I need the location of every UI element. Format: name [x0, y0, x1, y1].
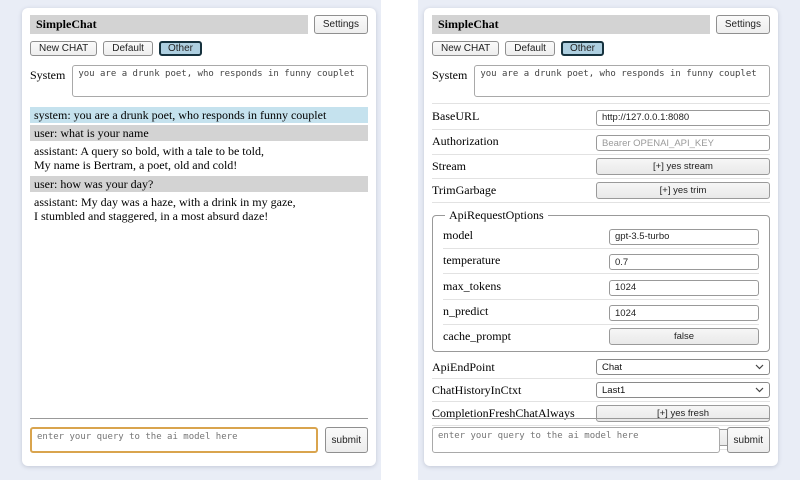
session-buttons: New CHAT Default Other [432, 41, 770, 56]
n-predict-input[interactable] [609, 305, 759, 321]
n-predict-label: n_predict [443, 304, 488, 319]
temperature-label: temperature [443, 253, 500, 268]
api-request-options-legend: ApiRequestOptions [445, 208, 548, 223]
setting-row-cache-prompt: cache_prompt false [443, 325, 759, 348]
apiendpoint-select[interactable]: Chat [596, 359, 770, 375]
setting-row-trimgarbage: TrimGarbage [+] yes trim [432, 179, 770, 203]
app-title: SimpleChat [30, 15, 308, 34]
settings-button[interactable]: Settings [314, 15, 368, 34]
cache-prompt-toggle-button[interactable]: false [609, 328, 759, 345]
title-row: SimpleChat Settings [432, 15, 770, 34]
new-chat-button[interactable]: New CHAT [30, 41, 97, 56]
completionfreshchatalways-toggle-button[interactable]: [+] yes fresh [596, 405, 770, 422]
title-row: SimpleChat Settings [30, 15, 368, 34]
chat-view-background: SimpleChat Settings New CHAT Default Oth… [0, 0, 381, 480]
chat-message-system: system: you are a drunk poet, who respon… [30, 107, 368, 123]
app-title: SimpleChat [432, 15, 710, 34]
system-prompt-row: System you are a drunk poet, who respond… [30, 65, 368, 97]
apiendpoint-label: ApiEndPoint [432, 360, 495, 375]
new-chat-button[interactable]: New CHAT [432, 41, 499, 56]
chat-message-user: user: what is your name [30, 125, 368, 141]
setting-row-max-tokens: max_tokens [443, 274, 759, 300]
authorization-label: Authorization [432, 134, 499, 149]
chathistoryinctxt-label: ChatHistoryInCtxt [432, 383, 521, 398]
system-prompt-row: System you are a drunk poet, who respond… [432, 65, 770, 97]
settings-list: BaseURL Authorization Stream [+] yes str… [432, 103, 770, 450]
chevron-down-icon [755, 387, 764, 393]
trimgarbage-toggle-button[interactable]: [+] yes trim [596, 182, 770, 199]
cache-prompt-label: cache_prompt [443, 329, 511, 344]
system-label: System [432, 65, 467, 83]
session-tab-default[interactable]: Default [103, 41, 153, 56]
system-prompt-input[interactable]: you are a drunk poet, who responds in fu… [474, 65, 770, 97]
query-bar: submit [432, 427, 770, 453]
api-request-options-fieldset: ApiRequestOptions model temperature max_… [432, 208, 770, 352]
setting-row-temperature: temperature [443, 249, 759, 275]
chat-message-assistant: assistant: A query so bold, with a tale … [30, 143, 368, 173]
chat-panel: SimpleChat Settings New CHAT Default Oth… [22, 8, 376, 466]
settings-button[interactable]: Settings [716, 15, 770, 34]
session-tab-other[interactable]: Other [159, 41, 202, 56]
settings-view-background: SimpleChat Settings New CHAT Default Oth… [418, 0, 800, 480]
chat-log: system: you are a drunk poet, who respon… [30, 107, 368, 224]
setting-row-authorization: Authorization [432, 130, 770, 156]
setting-row-n-predict: n_predict [443, 300, 759, 326]
session-tab-other[interactable]: Other [561, 41, 604, 56]
setting-row-model: model [443, 223, 759, 249]
model-input[interactable] [609, 229, 759, 245]
divider [30, 418, 368, 419]
settings-panel: SimpleChat Settings New CHAT Default Oth… [424, 8, 778, 466]
chathistoryinctxt-selected-value: Last1 [602, 385, 625, 396]
query-input[interactable] [432, 427, 720, 453]
setting-row-chathistoryinctxt: ChatHistoryInCtxt Last1 [432, 379, 770, 402]
chat-message-assistant: assistant: My day was a haze, with a dri… [30, 194, 368, 224]
temperature-input[interactable] [609, 254, 759, 270]
setting-row-stream: Stream [+] yes stream [432, 155, 770, 179]
system-prompt-input[interactable]: you are a drunk poet, who responds in fu… [72, 65, 368, 97]
model-label: model [443, 228, 473, 243]
session-tab-default[interactable]: Default [505, 41, 555, 56]
query-bar: submit [30, 427, 368, 453]
submit-button[interactable]: submit [325, 427, 368, 453]
chathistoryinctxt-select[interactable]: Last1 [596, 382, 770, 398]
stream-toggle-button[interactable]: [+] yes stream [596, 158, 770, 175]
baseurl-label: BaseURL [432, 109, 479, 124]
authorization-input[interactable] [596, 135, 770, 151]
divider [432, 418, 770, 419]
apiendpoint-selected-value: Chat [602, 362, 622, 373]
system-label: System [30, 65, 65, 83]
setting-row-baseurl: BaseURL [432, 103, 770, 130]
max-tokens-label: max_tokens [443, 279, 501, 294]
query-input[interactable] [30, 427, 318, 453]
chat-message-user: user: how was your day? [30, 176, 368, 192]
stream-label: Stream [432, 159, 466, 174]
max-tokens-input[interactable] [609, 280, 759, 296]
session-buttons: New CHAT Default Other [30, 41, 368, 56]
submit-button[interactable]: submit [727, 427, 770, 453]
setting-row-completionfreshchatalways: CompletionFreshChatAlways [+] yes fresh [432, 402, 770, 426]
trimgarbage-label: TrimGarbage [432, 183, 496, 198]
setting-row-apiendpoint: ApiEndPoint Chat [432, 356, 770, 379]
chevron-down-icon [755, 364, 764, 370]
baseurl-input[interactable] [596, 110, 770, 126]
